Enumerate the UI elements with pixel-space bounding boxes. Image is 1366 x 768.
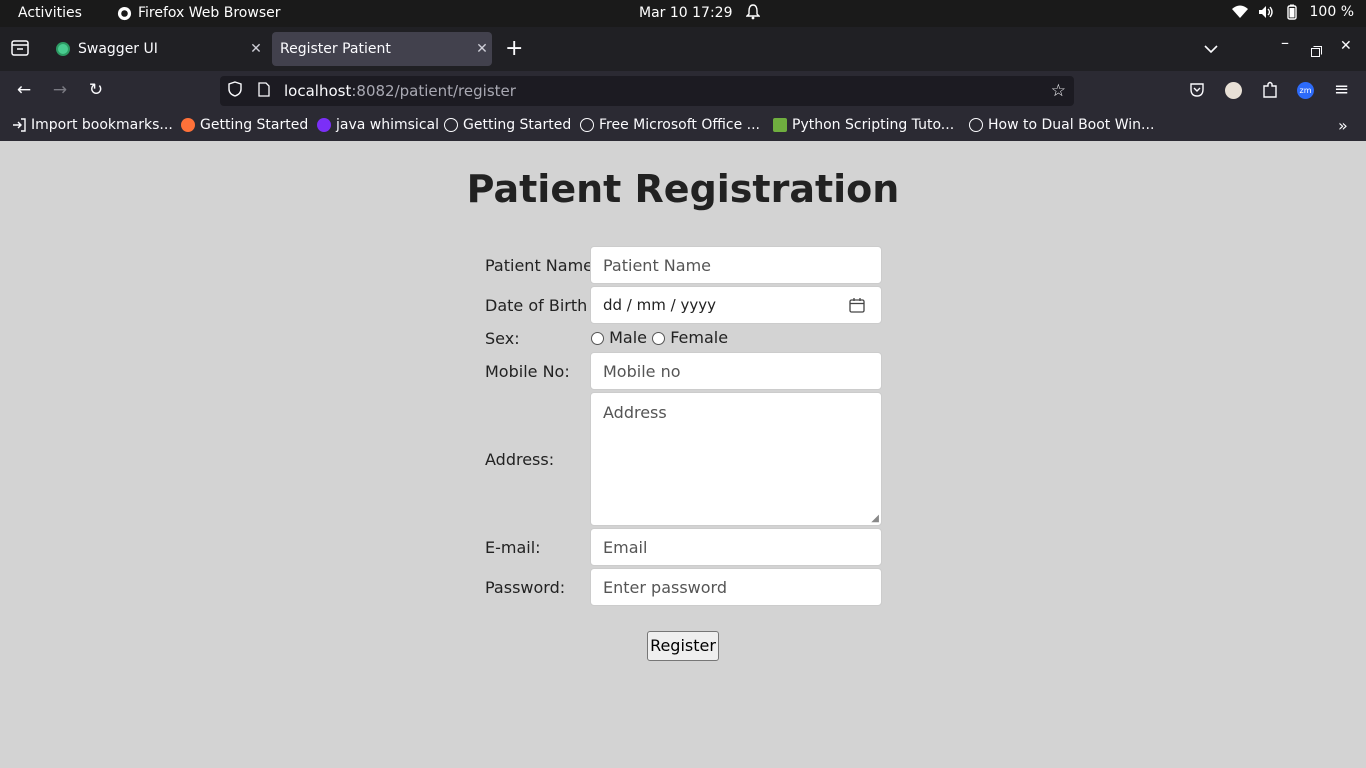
reload-icon[interactable]: ↻ xyxy=(84,80,108,102)
sex-label: Sex: xyxy=(485,329,520,348)
shield-icon[interactable] xyxy=(228,81,244,101)
bookmark-label: Free Microsoft Office ... xyxy=(599,117,760,133)
mobile-input[interactable]: Mobile no xyxy=(590,352,882,390)
bookmark-ms-office[interactable]: Free Microsoft Office ... xyxy=(580,117,760,133)
back-arrow-icon[interactable]: ← xyxy=(12,80,36,102)
system-top-bar: Activities Firefox Web Browser Mar 10 17… xyxy=(0,0,1366,27)
close-tab-icon[interactable]: ✕ xyxy=(472,41,492,57)
email-placeholder: Email xyxy=(603,537,648,557)
url-bar[interactable]: localhost:8082/patient/register ☆ xyxy=(220,76,1074,106)
password-placeholder: Enter password xyxy=(603,577,727,597)
clock[interactable]: Mar 10 17:29 xyxy=(639,5,732,21)
tab-strip: Swagger UI ✕ Register Patient ✕ + – ✕ xyxy=(0,27,1366,71)
close-tab-icon[interactable]: ✕ xyxy=(246,41,266,57)
register-button[interactable]: Register xyxy=(647,631,719,661)
tab-label: Swagger UI xyxy=(78,41,158,57)
tab-label: Register Patient xyxy=(280,41,391,57)
restore-icon[interactable] xyxy=(1311,42,1322,61)
patient-name-label: Patient Name: xyxy=(485,256,599,275)
password-label: Password: xyxy=(485,578,566,597)
page-title: Patient Registration xyxy=(466,167,900,211)
swagger-icon xyxy=(56,42,70,56)
female-radio[interactable] xyxy=(652,332,666,345)
female-label[interactable]: Female xyxy=(670,328,728,347)
bookmark-getting-started[interactable]: Getting Started xyxy=(181,117,308,133)
minimize-icon[interactable]: – xyxy=(1281,33,1289,52)
calendar-icon[interactable] xyxy=(849,297,865,317)
sex-options: Male Female xyxy=(591,328,728,347)
more-bookmarks-chevron-icon[interactable]: » xyxy=(1338,116,1348,135)
bookmark-dual-boot[interactable]: How to Dual Boot Win... xyxy=(969,117,1154,133)
bookmark-label: Python Scripting Tuto... xyxy=(792,117,955,133)
patient-name-input[interactable]: Patient Name xyxy=(590,246,882,284)
tab-register-patient[interactable]: Register Patient ✕ xyxy=(272,32,492,66)
app-name-label: Firefox Web Browser xyxy=(138,5,281,21)
account-avatar-icon[interactable] xyxy=(1225,82,1242,99)
python-icon xyxy=(773,118,787,132)
male-radio[interactable] xyxy=(591,332,604,345)
extensions-icon[interactable] xyxy=(1262,81,1278,103)
tab-swagger-ui[interactable]: Swagger UI ✕ xyxy=(48,32,266,66)
wifi-icon xyxy=(1231,5,1248,18)
bookmarks-toolbar: Import bookmarks... Getting Started java… xyxy=(0,111,1366,141)
app-menu[interactable]: Firefox Web Browser xyxy=(117,5,281,21)
firefox-view-icon[interactable] xyxy=(11,40,29,60)
close-window-icon[interactable]: ✕ xyxy=(1340,38,1352,54)
bookmark-java-whimsical[interactable]: java whimsical xyxy=(317,117,439,133)
pocket-icon[interactable] xyxy=(1189,82,1205,102)
resize-handle-icon[interactable]: ◢ xyxy=(871,513,879,524)
url-text[interactable]: localhost:8082/patient/register xyxy=(284,82,516,100)
mobile-label: Mobile No: xyxy=(485,362,570,381)
page-content: Patient Registration Patient Name: Patie… xyxy=(0,141,1366,768)
bookmark-getting-started-2[interactable]: Getting Started xyxy=(444,117,571,133)
globe-icon xyxy=(969,118,983,132)
bookmark-label: Import bookmarks... xyxy=(31,117,173,133)
bookmark-import[interactable]: Import bookmarks... xyxy=(12,117,173,133)
globe-icon xyxy=(580,118,594,132)
bookmark-label: How to Dual Boot Win... xyxy=(988,117,1155,133)
patient-name-placeholder: Patient Name xyxy=(603,255,711,275)
activities-button[interactable]: Activities xyxy=(18,5,82,21)
dob-label: Date of Birth xyxy=(485,296,588,315)
address-textarea[interactable]: Address ◢ xyxy=(590,392,882,526)
forward-arrow-icon[interactable]: → xyxy=(48,80,72,102)
import-icon xyxy=(13,118,26,132)
url-path: :8082/patient/register xyxy=(351,82,516,100)
dob-input[interactable]: dd / mm / yyyy xyxy=(590,286,882,324)
firefox-icon xyxy=(181,118,195,132)
bookmark-label: Getting Started xyxy=(463,117,572,133)
page-icon[interactable] xyxy=(258,81,272,101)
zoom-extension-icon[interactable]: zm xyxy=(1297,82,1314,99)
bookmark-python[interactable]: Python Scripting Tuto... xyxy=(773,117,954,133)
system-tray[interactable]: 100 % xyxy=(1231,4,1354,20)
address-placeholder: Address xyxy=(603,403,667,422)
navigation-toolbar: ← → ↻ localhost:8082/patient/register ☆ … xyxy=(0,71,1366,111)
hamburger-menu-icon[interactable]: ≡ xyxy=(1334,79,1349,100)
globe-icon xyxy=(444,118,458,132)
male-label[interactable]: Male xyxy=(609,328,647,347)
whimsical-icon xyxy=(317,118,331,132)
dob-placeholder: dd / mm / yyyy xyxy=(603,296,716,314)
bookmark-star-icon[interactable]: ☆ xyxy=(1051,81,1066,101)
bookmark-label: Getting Started xyxy=(200,117,309,133)
notification-bell-icon[interactable] xyxy=(745,4,761,24)
address-label: Address: xyxy=(485,450,555,469)
volume-icon xyxy=(1258,6,1273,18)
new-tab-icon[interactable]: + xyxy=(505,36,523,61)
email-label: E-mail: xyxy=(485,538,541,557)
firefox-icon xyxy=(117,6,132,20)
email-input[interactable]: Email xyxy=(590,528,882,566)
password-input[interactable]: Enter password xyxy=(590,568,882,606)
mobile-placeholder: Mobile no xyxy=(603,361,681,381)
bookmark-label: java whimsical xyxy=(336,117,439,133)
battery-percentage: 100 % xyxy=(1309,4,1354,20)
list-tabs-icon[interactable] xyxy=(1204,39,1218,58)
battery-icon xyxy=(1286,4,1297,20)
url-host: localhost xyxy=(284,82,352,100)
